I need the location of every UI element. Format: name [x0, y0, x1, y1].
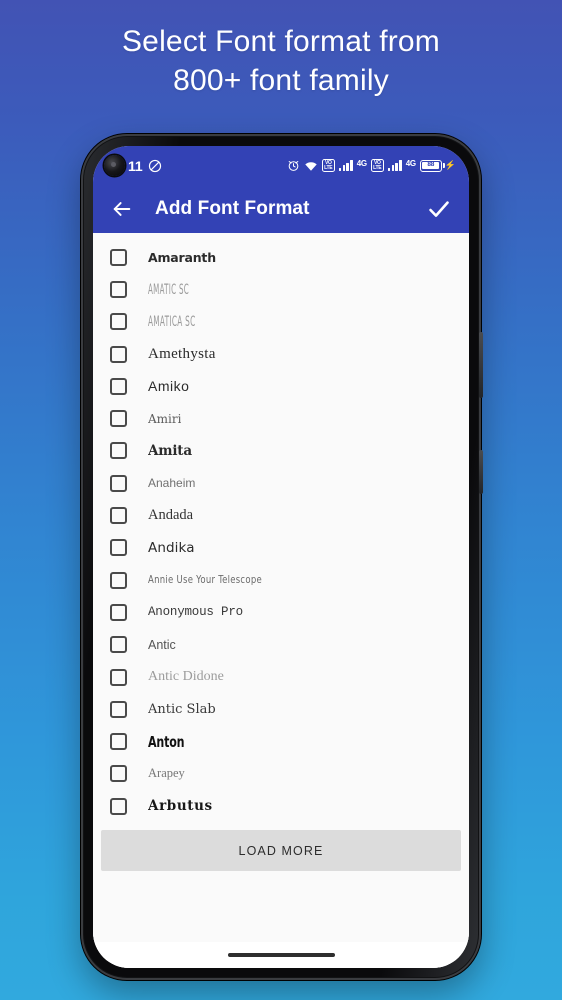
font-name-label: Anton [148, 732, 185, 751]
font-checkbox[interactable] [110, 797, 127, 815]
font-checkbox[interactable] [110, 410, 127, 428]
status-bar-left-icons [148, 159, 162, 173]
check-icon [429, 201, 449, 217]
font-checkbox[interactable] [110, 377, 127, 395]
confirm-button[interactable] [425, 195, 453, 223]
font-checkbox[interactable] [110, 700, 127, 718]
page-title: Add Font Format [155, 198, 310, 219]
font-list-item[interactable]: Amethysta [93, 338, 469, 370]
promo-headline-line-2: 800+ font family [173, 64, 389, 97]
font-name-label: Amita [148, 442, 192, 459]
font-name-label: AMATICA SC [148, 313, 196, 330]
font-checkbox[interactable] [110, 668, 127, 686]
battery-icon: 88 ⚡ [419, 159, 456, 172]
battery-level-label: 88 [422, 162, 440, 169]
font-checkbox[interactable] [110, 539, 127, 557]
list-bottom-padding [93, 871, 469, 942]
phone-screen: 11 VO LTE 4G VO LTE 4G 88 ⚡ Add Font For… [93, 146, 469, 968]
font-checkbox[interactable] [110, 603, 127, 621]
font-checkbox[interactable] [110, 571, 127, 589]
font-name-label: Amiko [148, 378, 190, 395]
load-more-button[interactable]: LOAD MORE [101, 830, 461, 872]
font-list-item[interactable]: Amiko [93, 370, 469, 402]
font-list-item[interactable]: Anaheim [93, 467, 469, 499]
font-name-label: Antic Didone [148, 669, 224, 684]
battery-charging-icon: ⚡ [444, 160, 456, 170]
font-list-item[interactable]: Annie Use Your Telescope [93, 564, 469, 596]
arrow-left-icon [113, 202, 131, 216]
status-bar: 11 VO LTE 4G VO LTE 4G 88 ⚡ [93, 146, 469, 185]
font-name-label: Anonymous Pro [148, 605, 243, 620]
font-name-label: Amaranth [148, 249, 216, 265]
font-name-label: Andika [148, 539, 195, 556]
font-list-area: Amaranth AMATIC SC AMATICA SC Amethysta Amik… [93, 233, 469, 968]
back-button[interactable] [109, 196, 135, 222]
dnd-mute-icon [149, 159, 162, 172]
font-list-item[interactable]: Arapey [93, 758, 469, 790]
promo-headline-line-1: Select Font format from [121, 25, 441, 58]
navigation-bar [93, 942, 469, 968]
signal-bars-icon-1 [338, 160, 353, 171]
volte-icon: VO LTE [321, 159, 335, 172]
font-list-item[interactable]: Anton [93, 725, 469, 757]
wifi-icon [305, 161, 317, 171]
font-name-label: Arapey [148, 766, 185, 781]
font-name-label: Andada [148, 507, 194, 524]
font-name-label: Antic Slab [148, 701, 216, 717]
font-name-label: Arbutus [148, 798, 213, 815]
volte-icon-2: VO LTE [370, 159, 384, 172]
font-list-item[interactable]: Antic Didone [93, 661, 469, 693]
font-checkbox[interactable] [110, 313, 127, 331]
font-list-item[interactable]: Andika [93, 532, 469, 564]
signal-bars-icon-2 [387, 160, 402, 171]
font-name-label: Annie Use Your Telescope [148, 574, 263, 587]
font-checkbox[interactable] [110, 345, 127, 363]
font-name-label: Antic [148, 637, 176, 652]
font-list-item[interactable]: AMATICA SC [93, 306, 469, 338]
font-list-item[interactable]: Amaranth [93, 241, 469, 273]
font-checkbox[interactable] [110, 442, 127, 460]
font-list-item[interactable]: Antic Slab [93, 693, 469, 725]
punch-hole-camera-icon [104, 155, 125, 176]
home-indicator[interactable] [227, 953, 335, 957]
font-checkbox[interactable] [110, 765, 127, 783]
app-bar: Add Font Format [93, 185, 469, 233]
font-name-label: Amethysta [148, 345, 216, 362]
font-checkbox[interactable] [110, 636, 127, 654]
font-name-label: Anaheim [148, 476, 196, 491]
font-list-item[interactable]: Amiri [93, 402, 469, 434]
network-type-4g-icon-1: 4G [356, 159, 367, 168]
volume-button[interactable] [479, 332, 483, 398]
power-button[interactable] [479, 450, 483, 494]
font-checkbox[interactable] [110, 474, 127, 492]
font-list-item[interactable]: Andada [93, 499, 469, 531]
font-list-item[interactable]: Arbutus [93, 790, 469, 822]
status-bar-time: 11 [128, 157, 143, 174]
status-bar-right-icons: VO LTE 4G VO LTE 4G 88 ⚡ [287, 159, 456, 172]
font-list-item[interactable]: AMATIC SC [93, 273, 469, 305]
network-type-4g-icon-2: 4G [405, 159, 416, 168]
promo-headline: Select Font format from 800+ font family [0, 22, 562, 100]
font-checkbox[interactable] [110, 733, 127, 751]
alarm-clock-icon [288, 160, 299, 171]
font-list-item[interactable]: Antic [93, 629, 469, 661]
font-list[interactable]: Amaranth AMATIC SC AMATICA SC Amethysta Amik… [93, 233, 469, 826]
font-checkbox[interactable] [110, 280, 127, 298]
font-list-item[interactable]: Amita [93, 435, 469, 467]
font-list-item[interactable]: Anonymous Pro [93, 596, 469, 628]
phone-mockup: 11 VO LTE 4G VO LTE 4G 88 ⚡ Add Font For… [81, 134, 483, 980]
load-more-container: LOAD MORE [93, 826, 469, 872]
font-name-label: Amiri [148, 411, 182, 426]
font-name-label: AMATIC SC [148, 281, 190, 298]
font-checkbox[interactable] [110, 507, 127, 525]
font-checkbox[interactable] [110, 248, 127, 266]
